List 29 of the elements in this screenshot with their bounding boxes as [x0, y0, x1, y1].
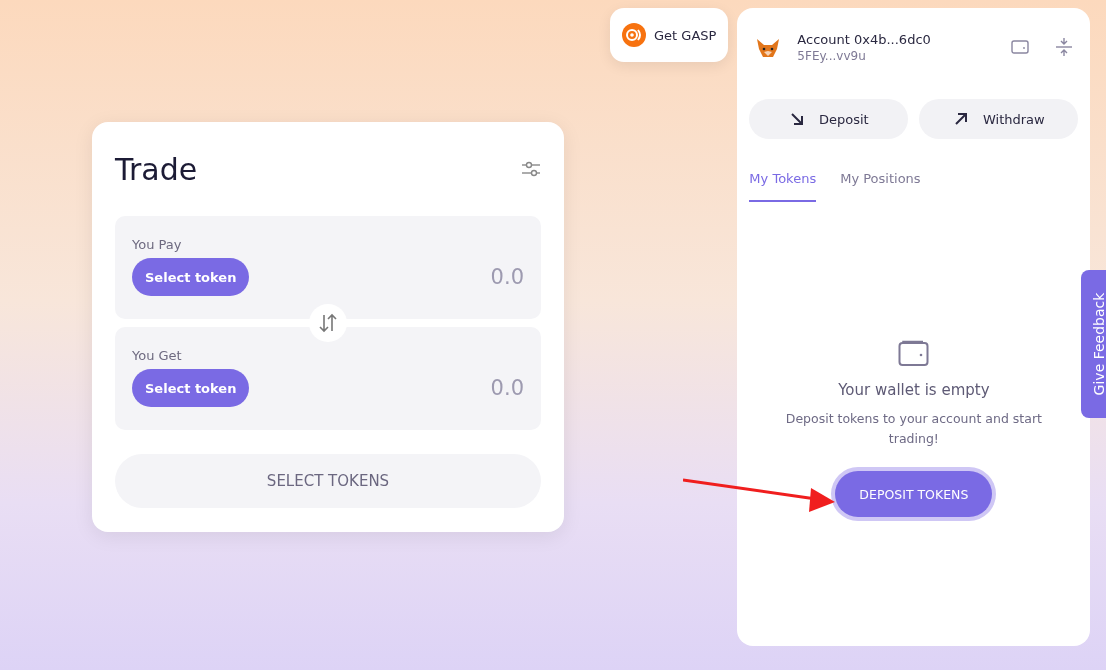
wallet-icon — [1011, 39, 1030, 55]
panel-tab[interactable]: My Tokens — [749, 163, 817, 202]
token-logo-icon — [622, 23, 646, 47]
select-token-button[interactable]: Select token — [132, 258, 250, 296]
field-label: You Get — [132, 348, 182, 363]
account-name: Account 0x4b...6dc0 — [797, 31, 932, 47]
withdraw-button[interactable]: Withdraw — [919, 99, 1079, 139]
amount-text: 0.0 — [490, 265, 524, 289]
feedback-tab[interactable]: Give Feedback — [1081, 270, 1106, 418]
wallet-icon — [898, 340, 930, 367]
account-address: 5FEy...vv9u — [797, 48, 867, 63]
settings-button[interactable] — [521, 160, 541, 178]
trade-title: Trade — [115, 151, 198, 187]
select-tokens-button[interactable]: SELECT TOKENS — [115, 454, 541, 508]
collapse-button[interactable] — [1055, 37, 1074, 57]
wallet-button[interactable] — [1011, 39, 1030, 55]
settings-icon — [521, 160, 541, 178]
swap-arrows-icon — [318, 313, 338, 333]
field-label: You Pay — [132, 237, 182, 252]
panel-tab[interactable]: My Positions — [840, 163, 921, 202]
deposit-button[interactable]: Deposit — [749, 99, 909, 139]
empty-description: Deposit tokens to your account and start trading! — [784, 410, 1043, 448]
arrow-down-right-icon — [789, 111, 805, 127]
empty-title: Your wallet is empty — [838, 381, 990, 399]
get-gasp-button[interactable]: Get GASP — [610, 8, 729, 62]
amount-text: 0.0 — [490, 376, 524, 400]
arrow-up-right-icon — [953, 111, 969, 127]
collapse-icon — [1055, 37, 1074, 57]
select-token-button[interactable]: Select token — [132, 369, 250, 407]
